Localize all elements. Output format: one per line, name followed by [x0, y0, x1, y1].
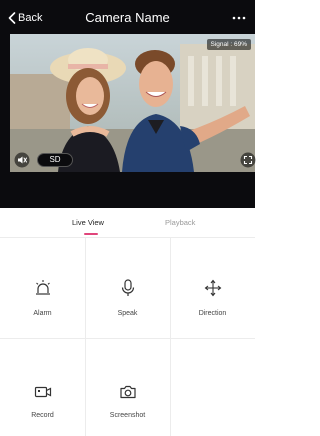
live-video-feed[interactable]: Signal : 69% — [10, 34, 255, 172]
tab-live-view[interactable]: Live View — [72, 218, 104, 228]
action-grid: Alarm Speak Direction Record Screenshot — [0, 238, 255, 436]
back-label: Back — [18, 12, 43, 24]
direction-button[interactable]: Direction — [170, 238, 255, 338]
alarm-button[interactable]: Alarm — [0, 238, 85, 338]
video-left-border — [0, 34, 10, 172]
back-button[interactable]: Back — [8, 10, 42, 26]
quality-toggle-button[interactable]: SD — [37, 153, 73, 167]
top-bar: Back Camera Name — [0, 0, 255, 34]
view-tabs: Live View Playback — [0, 208, 255, 238]
page-title: Camera Name — [85, 10, 170, 25]
fullscreen-icon[interactable] — [240, 152, 256, 168]
signal-strength: Signal : 69% — [206, 39, 251, 50]
speak-button[interactable]: Speak — [85, 238, 170, 338]
video-record-icon — [34, 386, 52, 398]
direction-label: Direction — [198, 310, 227, 317]
record-label: Record — [31, 412, 54, 419]
video-frame-image — [10, 34, 255, 172]
tab-playback[interactable]: Playback — [165, 218, 195, 228]
more-horizontal-icon[interactable] — [231, 10, 247, 26]
direction-arrows-icon — [204, 279, 222, 297]
microphone-icon — [121, 279, 135, 296]
record-button[interactable]: Record — [0, 338, 85, 436]
active-tab-indicator — [84, 233, 98, 235]
alarm-label: Alarm — [33, 310, 52, 317]
alarm-light-icon — [36, 280, 50, 295]
camera-icon — [120, 385, 136, 399]
speaker-mute-icon[interactable] — [14, 152, 30, 168]
video-bottom-band — [0, 172, 255, 208]
chevron-left-icon — [8, 12, 16, 24]
screenshot-label: Screenshot — [109, 412, 146, 419]
speak-label: Speak — [117, 310, 138, 317]
screenshot-button[interactable]: Screenshot — [85, 338, 170, 436]
